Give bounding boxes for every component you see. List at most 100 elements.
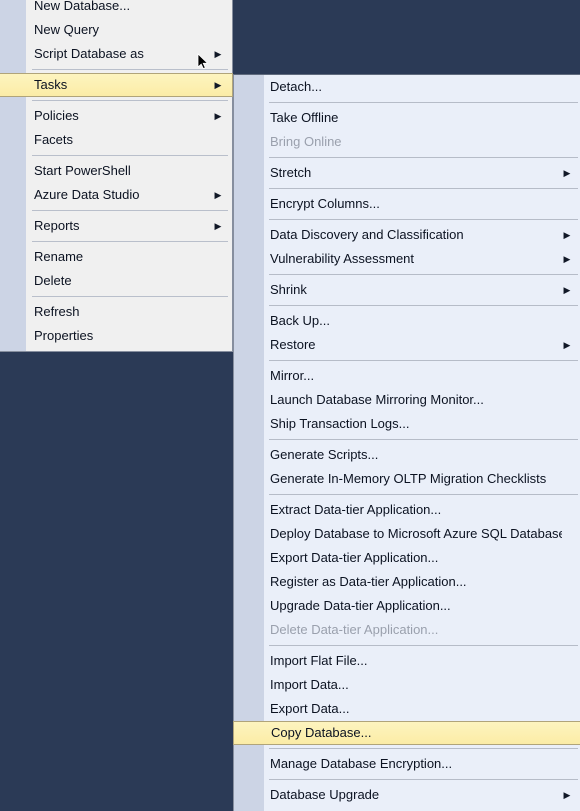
menu-item-tasks[interactable]: Tasks ▶	[0, 73, 233, 97]
menu-item-label: Upgrade Data-tier Application...	[270, 598, 451, 613]
menu-item-policies[interactable]: Policies ▶	[0, 104, 232, 128]
submenu-arrow-icon: ▶	[214, 111, 222, 121]
menu-item-label: Script Database as	[34, 46, 144, 61]
menu-item-import-flat-file[interactable]: Import Flat File...▶	[234, 649, 580, 673]
menu-item-label: Launch Database Mirroring Monitor...	[270, 392, 484, 407]
menu-separator-line	[269, 219, 578, 220]
menu-item-generate-in-memory-oltp-migration-checklists[interactable]: Generate In-Memory OLTP Migration Checkl…	[234, 467, 580, 491]
menu-item-reports[interactable]: Reports ▶	[0, 214, 232, 238]
menu-item-extract-data-tier-application[interactable]: Extract Data-tier Application...▶	[234, 498, 580, 522]
menu-item-upgrade-data-tier-application[interactable]: Upgrade Data-tier Application...▶	[234, 594, 580, 618]
menu-item-label: Tasks	[34, 77, 68, 92]
menu-item-new-query[interactable]: New Query▶	[0, 18, 232, 42]
menu-separator-line	[269, 305, 578, 306]
menu-separator-line	[32, 155, 228, 156]
menu-item-restore[interactable]: Restore ▶	[234, 333, 580, 357]
menu-item-detach[interactable]: Detach...▶	[234, 75, 580, 99]
menu-item-deploy-database-to-microsoft-azure-sql-database[interactable]: Deploy Database to Microsoft Azure SQL D…	[234, 522, 580, 546]
menu-item-label: Delete	[34, 273, 72, 288]
menu-item-encrypt-columns[interactable]: Encrypt Columns...▶	[234, 192, 580, 216]
menu-separator-line	[32, 210, 228, 211]
menu-item-label: Back Up...	[270, 313, 330, 328]
menu-item-export-data-tier-application[interactable]: Export Data-tier Application...▶	[234, 546, 580, 570]
submenu-arrow-icon: ▶	[563, 230, 571, 240]
menu-item-manage-database-encryption[interactable]: Manage Database Encryption...▶	[234, 752, 580, 776]
menu-separator	[234, 102, 580, 103]
menu-item-back-up[interactable]: Back Up...▶	[234, 309, 580, 333]
menu-item-generate-scripts[interactable]: Generate Scripts...▶	[234, 443, 580, 467]
menu-item-label: Database Upgrade	[270, 787, 380, 802]
submenu-arrow-icon: ▶	[214, 221, 222, 231]
menu-item-label: Policies	[34, 108, 79, 123]
menu-item-import-data[interactable]: Import Data...▶	[234, 673, 580, 697]
submenu-arrow-icon: ▶	[214, 190, 222, 200]
menu-item-database-upgrade[interactable]: Database Upgrade ▶	[234, 783, 580, 807]
menu-separator	[234, 645, 580, 646]
menu-item-new-database[interactable]: New Database...▶	[0, 0, 232, 18]
menu-item-register-as-data-tier-application[interactable]: Register as Data-tier Application...▶	[234, 570, 580, 594]
menu-separator-line	[269, 645, 578, 646]
menu-item-stretch[interactable]: Stretch ▶	[234, 161, 580, 185]
menu-separator	[234, 219, 580, 220]
menu-separator-line	[269, 748, 578, 749]
menu-item-label: Copy Database...	[271, 725, 372, 740]
menu-item-label: Generate Scripts...	[270, 447, 379, 462]
desktop-background: New Database...▶New Query▶Script Databas…	[0, 0, 580, 811]
menu-item-data-discovery-and-classification[interactable]: Data Discovery and Classification ▶	[234, 223, 580, 247]
menu-item-vulnerability-assessment[interactable]: Vulnerability Assessment ▶	[234, 247, 580, 271]
menu-item-label: Rename	[34, 249, 84, 264]
menu-item-label: Delete Data-tier Application...	[270, 622, 439, 637]
menu-item-label: Ship Transaction Logs...	[270, 416, 410, 431]
menu-separator-line	[269, 360, 578, 361]
menu-item-mirror[interactable]: Mirror...▶	[234, 364, 580, 388]
menu-item-script-database-as[interactable]: Script Database as ▶	[0, 42, 232, 66]
menu-separator-line	[269, 439, 578, 440]
submenu-arrow-icon: ▶	[563, 168, 571, 178]
menu-item-shrink[interactable]: Shrink ▶	[234, 278, 580, 302]
menu-item-properties[interactable]: Properties▶	[0, 324, 232, 348]
menu-item-label: New Query	[34, 22, 100, 37]
menu-item-ship-transaction-logs[interactable]: Ship Transaction Logs...▶	[234, 412, 580, 436]
menu-item-facets[interactable]: Facets▶	[0, 128, 232, 152]
menu-item-start-powershell[interactable]: Start PowerShell▶	[0, 159, 232, 183]
menu-item-label: Bring Online	[270, 134, 342, 149]
menu-item-label: Vulnerability Assessment	[270, 251, 415, 266]
tasks-submenu[interactable]: Detach...▶Take Offline▶Bring Online▶Stre…	[233, 74, 580, 811]
menu-item-label: Data Discovery and Classification	[270, 227, 464, 242]
menu-item-refresh[interactable]: Refresh▶	[0, 300, 232, 324]
menu-item-delete-data-tier-application: Delete Data-tier Application...▶	[234, 618, 580, 642]
menu-item-take-offline[interactable]: Take Offline▶	[234, 106, 580, 130]
menu-item-export-data[interactable]: Export Data...▶	[234, 697, 580, 721]
submenu-arrow-icon: ▶	[563, 790, 571, 800]
menu-item-copy-database[interactable]: Copy Database...▶	[233, 721, 580, 745]
menu-item-label: Take Offline	[270, 110, 339, 125]
menu-separator-line	[269, 188, 578, 189]
menu-separator-line	[32, 296, 228, 297]
menu-separator	[0, 69, 232, 70]
menu-separator	[234, 305, 580, 306]
menu-separator-line	[269, 494, 578, 495]
menu-separator	[0, 296, 232, 297]
menu-item-launch-database-mirroring-monitor[interactable]: Launch Database Mirroring Monitor...▶	[234, 388, 580, 412]
menu-item-label: Properties	[34, 328, 94, 343]
menu-item-label: Reports	[34, 218, 80, 233]
menu-separator	[234, 439, 580, 440]
menu-item-label: Shrink	[270, 282, 307, 297]
menu-separator	[234, 779, 580, 780]
menu-item-azure-data-studio[interactable]: Azure Data Studio ▶	[0, 183, 232, 207]
menu-item-label: Azure Data Studio	[34, 187, 140, 202]
database-context-menu[interactable]: New Database...▶New Query▶Script Databas…	[0, 0, 233, 352]
menu-item-bring-online: Bring Online▶	[234, 130, 580, 154]
menu-item-delete[interactable]: Delete▶	[0, 269, 232, 293]
menu-item-label: New Database...	[34, 0, 131, 13]
menu-item-label: Import Data...	[270, 677, 349, 692]
menu-separator-line	[269, 779, 578, 780]
menu-separator	[234, 188, 580, 189]
tasks-submenu-items: Detach...▶Take Offline▶Bring Online▶Stre…	[233, 75, 580, 807]
menu-separator-line	[269, 157, 578, 158]
submenu-arrow-icon: ▶	[563, 254, 571, 264]
submenu-arrow-icon: ▶	[563, 285, 571, 295]
menu-separator	[234, 157, 580, 158]
menu-separator-line	[32, 69, 228, 70]
menu-item-rename[interactable]: Rename▶	[0, 245, 232, 269]
